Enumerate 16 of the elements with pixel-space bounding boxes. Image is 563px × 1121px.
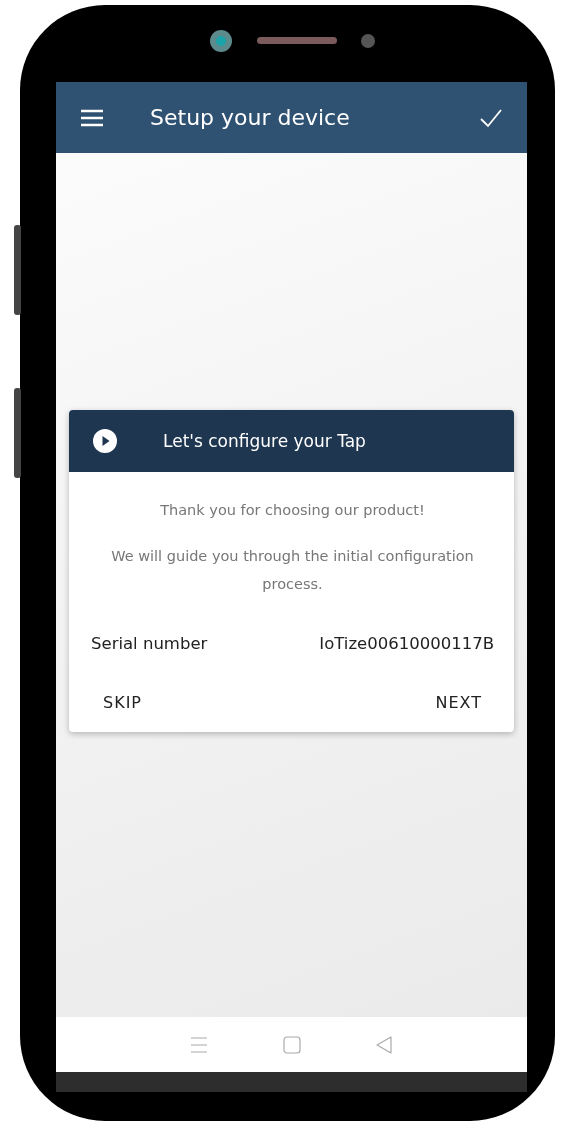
sensor-icon (360, 33, 375, 48)
description-text: We will guide you through the initial configuration process. (110, 547, 475, 594)
action-button[interactable]: NEXT (423, 687, 494, 718)
play-icon (93, 429, 117, 453)
app-bar-title: Setup your device (150, 105, 351, 130)
card-title: Let's configure your Tap (163, 431, 366, 451)
action-button[interactable]: SKIP (91, 687, 154, 718)
camera-icon (208, 28, 233, 53)
back-icon[interactable] (374, 1035, 393, 1054)
field-label: Serial number (91, 634, 208, 653)
menu-icon[interactable] (80, 108, 104, 127)
home-icon[interactable] (282, 1035, 301, 1054)
field-value: IoTize00610000117B (319, 634, 494, 653)
recent-apps-icon[interactable] (190, 1036, 209, 1053)
thank-you-text: Thank you for choosing our product! (159, 501, 426, 520)
checkmark-icon[interactable] (479, 107, 503, 128)
